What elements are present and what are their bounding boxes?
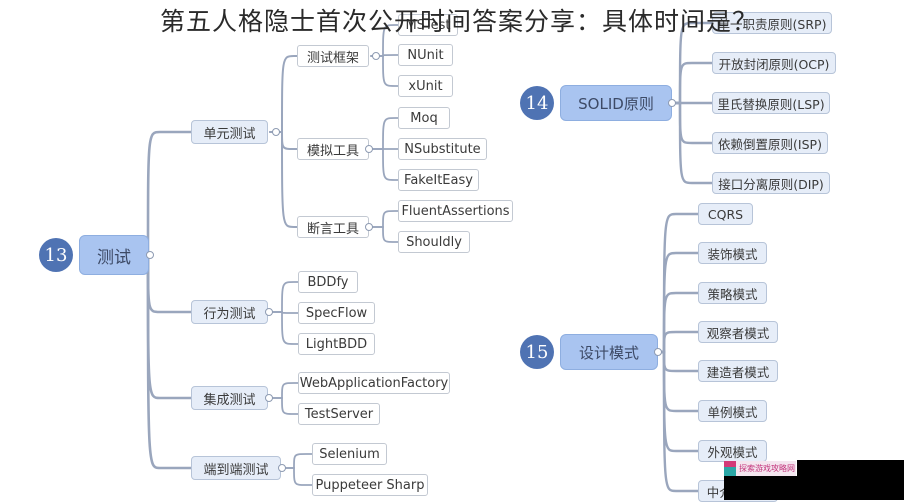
leaf-selenium[interactable]: Selenium <box>312 443 387 465</box>
connector-leaf-lightbdd <box>269 311 299 345</box>
badge-13: 13 <box>39 238 73 272</box>
leaf-nunit[interactable]: NUnit <box>398 44 453 66</box>
connector-branch-integration-test <box>146 253 193 400</box>
badge-15: 15 <box>520 335 554 369</box>
connector-leaf-webapplicationfactory <box>269 382 299 399</box>
connector-leaf-puppeteer-sharp <box>282 467 313 486</box>
leaf-isp[interactable]: 依赖倒置原则(ISP) <box>712 132 828 154</box>
leaf-specflow[interactable]: SpecFlow <box>298 302 375 324</box>
leaf-testserver[interactable]: TestServer <box>298 403 380 425</box>
branch-e2e-test[interactable]: 端到端测试 <box>191 456 281 480</box>
connector-leaf-singleton <box>658 350 700 413</box>
collapse-knob-behavior-test[interactable] <box>265 308 273 316</box>
collapse-knob-mock-tools[interactable] <box>365 145 373 153</box>
leaf-bddfy[interactable]: BDDfy <box>298 271 358 293</box>
leaf-lightbdd[interactable]: LightBDD <box>298 333 375 355</box>
branch-behavior-test[interactable]: 行为测试 <box>191 300 268 324</box>
leaf-dip[interactable]: 接口分离原则(DIP) <box>712 172 830 194</box>
connector-leaf-bddfy <box>269 281 299 313</box>
redaction-block <box>724 476 904 500</box>
leaf-puppeteer-sharp[interactable]: Puppeteer Sharp <box>312 474 428 496</box>
leaf-decorator[interactable]: 装饰模式 <box>698 242 767 264</box>
leaf-strategy[interactable]: 策略模式 <box>698 282 767 304</box>
collapse-knob-test-framework[interactable] <box>372 52 380 60</box>
leaf-webapplicationfactory[interactable]: WebApplicationFactory <box>298 372 450 394</box>
leaf-nsubstitute[interactable]: NSubstitute <box>398 138 487 160</box>
connector-branch-unit-test <box>146 130 193 257</box>
leaf-moq[interactable]: Moq <box>398 107 450 129</box>
leaf-ocp[interactable]: 开放封闭原则(OCP) <box>712 52 836 74</box>
leaf-singleton[interactable]: 单例模式 <box>698 400 767 422</box>
leaf-fakeiteasy[interactable]: FakeItEasy <box>398 169 479 191</box>
sub-test-framework[interactable]: 测试框架 <box>297 45 369 67</box>
connector-branch-behavior-test <box>146 253 193 314</box>
connector-leaf-observer <box>658 330 700 354</box>
collapse-knob-assertion-tools[interactable] <box>365 223 373 231</box>
branch-unit-test[interactable]: 单元测试 <box>191 120 268 144</box>
redaction-block <box>797 460 904 477</box>
badge-14: 14 <box>520 86 554 120</box>
leaf-lsp[interactable]: 里氏替换原则(LSP) <box>712 92 830 114</box>
branch-integration-test[interactable]: 集成测试 <box>191 386 268 410</box>
connector-branch-e2e-test <box>146 253 193 470</box>
leaf-observer[interactable]: 观察者模式 <box>698 321 778 343</box>
watermark-logo-icon <box>724 461 736 476</box>
sub-mock-tools[interactable]: 模拟工具 <box>297 138 369 160</box>
leaf-shouldly[interactable]: Shouldly <box>398 231 470 253</box>
watermark: 探索游戏攻略网 <box>724 461 796 476</box>
connector-leaf-xunit <box>370 55 399 87</box>
page-title: 第五人格隐士首次公开时间答案分享：具体时间是？ <box>160 7 759 36</box>
collapse-knob-integration-test[interactable] <box>265 394 273 402</box>
connector-leaf-strategy <box>658 291 700 354</box>
collapse-knob-e2e-test[interactable] <box>278 464 286 472</box>
connector-leaf-fluentassertions <box>370 210 399 228</box>
connector-leaf-selenium <box>282 453 313 469</box>
leaf-builder[interactable]: 建造者模式 <box>698 360 778 382</box>
connector-leaf-fakeiteasy <box>370 148 399 181</box>
sub-assertion-tools[interactable]: 断言工具 <box>297 216 369 238</box>
leaf-xunit[interactable]: xUnit <box>398 75 453 97</box>
leaf-fluentassertions[interactable]: FluentAssertions <box>398 200 513 222</box>
collapse-knob-testing[interactable] <box>146 251 154 259</box>
leaf-cqrs[interactable]: CQRS <box>698 203 753 225</box>
connector-leaf-shouldly <box>370 226 399 243</box>
connector-leaf-moq <box>370 117 399 150</box>
root-node-solid[interactable]: SOLID原则 <box>560 85 672 121</box>
root-node-testing[interactable]: 测试 <box>79 235 149 275</box>
connector-leaf-testserver <box>269 397 299 415</box>
collapse-knob-unit-test[interactable] <box>272 128 280 136</box>
connector-leaf-builder <box>658 350 700 373</box>
collapse-knob-solid[interactable] <box>668 99 676 107</box>
leaf-facade[interactable]: 外观模式 <box>698 440 767 462</box>
watermark-text: 探索游戏攻略网 <box>739 464 795 473</box>
root-node-design-patterns[interactable]: 设计模式 <box>560 334 658 370</box>
connector-sub-test-framework <box>269 55 298 133</box>
collapse-knob-design-patterns[interactable] <box>654 348 662 356</box>
